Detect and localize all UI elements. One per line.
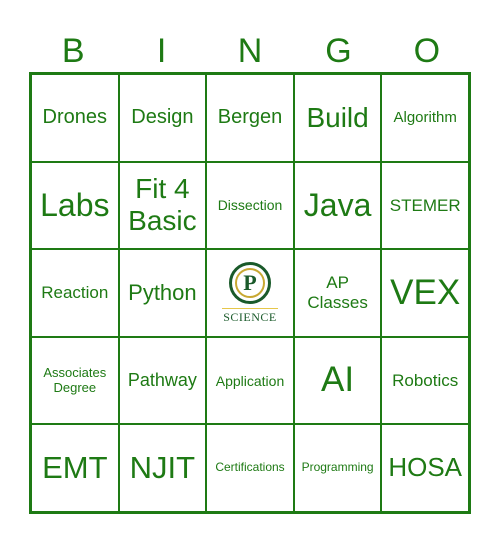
bingo-cell[interactable]: Dissection	[206, 161, 294, 250]
logo-label: SCIENCE	[223, 309, 277, 324]
bingo-cell[interactable]: Fit 4 Basic	[118, 161, 207, 250]
logo-rule	[221, 307, 278, 309]
bingo-cell[interactable]: Associates Degree	[31, 336, 119, 425]
bingo-cell[interactable]: Certifications	[206, 424, 294, 512]
bingo-cell[interactable]: Robotics	[381, 336, 469, 425]
bingo-cell[interactable]: Pathway	[118, 336, 207, 425]
bingo-cell[interactable]: Application	[206, 336, 294, 425]
header-letter-b: B	[61, 32, 85, 70]
bingo-cell[interactable]: AI	[293, 336, 382, 425]
bingo-cell[interactable]: Labs	[31, 161, 119, 250]
bingo-cell[interactable]: AP Classes	[293, 249, 382, 337]
header-letter-g: G	[325, 32, 352, 70]
bingo-cell[interactable]: Programming	[293, 424, 382, 512]
bingo-cell[interactable]: Build	[293, 74, 382, 162]
bingo-cell[interactable]: NJIT	[118, 424, 207, 512]
bingo-cell[interactable]: Drones	[31, 74, 119, 162]
bingo-cell[interactable]: Algorithm	[381, 74, 469, 162]
header-letter-i: I	[156, 32, 167, 70]
header-letter-o: O	[413, 32, 441, 70]
bingo-header: B I N G O	[29, 30, 471, 72]
bingo-cell[interactable]: Design	[118, 74, 207, 162]
bingo-cell[interactable]: HOSA	[381, 424, 469, 512]
science-logo: P SCIENCE	[221, 261, 278, 325]
bingo-cell[interactable]: Python	[118, 249, 207, 337]
bingo-cell[interactable]: STEMER	[381, 161, 469, 250]
bingo-cell[interactable]: Reaction	[31, 249, 119, 337]
bingo-cell[interactable]: VEX	[381, 249, 469, 337]
bingo-cell[interactable]: Bergen	[206, 74, 294, 162]
school-seal-icon: P	[228, 261, 271, 304]
bingo-card: Drones Design Bergen Build Algorithm Lab…	[29, 72, 471, 514]
bingo-cell[interactable]: Java	[293, 161, 382, 250]
free-space-cell[interactable]: P SCIENCE	[206, 249, 294, 337]
bingo-cell[interactable]: EMT	[31, 424, 119, 512]
header-letter-n: N	[237, 32, 263, 70]
